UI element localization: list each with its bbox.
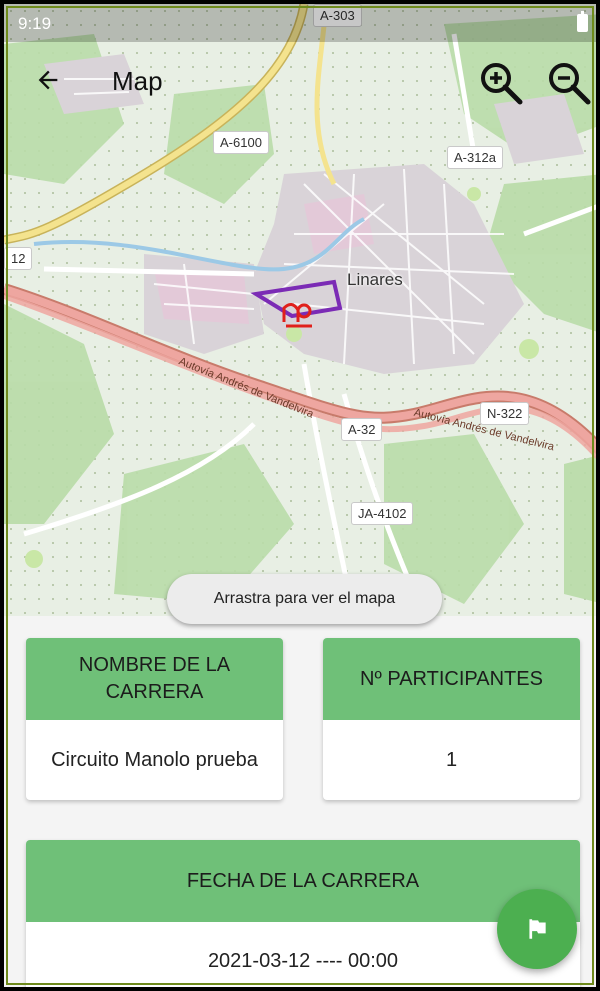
zoom-out-icon [549,63,591,105]
road-label-n322: N-322 [480,402,530,425]
road-label-ja4102: JA-4102 [351,502,414,525]
zoom-in-button[interactable] [476,58,526,108]
zoom-out-button[interactable] [544,58,594,108]
arrow-back-icon [38,70,58,90]
back-button[interactable] [28,60,68,100]
zoom-in-icon [481,63,523,105]
race-name-header: NOMBRE DE LA CARRERA [26,638,283,720]
status-bar: 9:19 [4,4,596,42]
battery-icon [577,11,588,32]
participants-card: Nº PARTICIPANTES 1 [323,638,580,800]
road-label-a6100: A-6100 [213,131,269,154]
race-name-card: NOMBRE DE LA CARRERA Circuito Manolo pru… [26,638,283,800]
road-label-12: 12 [4,247,33,270]
town-label: Linares [347,270,403,289]
start-race-fab[interactable] [497,889,577,969]
participants-header: Nº PARTICIPANTES [323,638,580,720]
status-time: 9:19 [18,14,52,33]
race-name-value: Circuito Manolo prueba [51,748,258,771]
flag-icon [529,919,546,939]
road-label-a32: A-32 [341,418,383,441]
participants-value: 1 [445,748,458,771]
race-date-card: FECHA DE LA CARRERA 2021-03-12 ---- 00:0… [26,840,580,987]
page-title: Map [112,66,163,96]
app-screen: A-303 A-6100 A-312a A-32 N-322 JA-4102 1… [0,0,600,991]
race-date-header: FECHA DE LA CARRERA [26,840,580,922]
map-drag-hint[interactable]: Arrastra para ver el mapa [167,574,442,624]
road-label-a312a: A-312a [447,146,503,169]
